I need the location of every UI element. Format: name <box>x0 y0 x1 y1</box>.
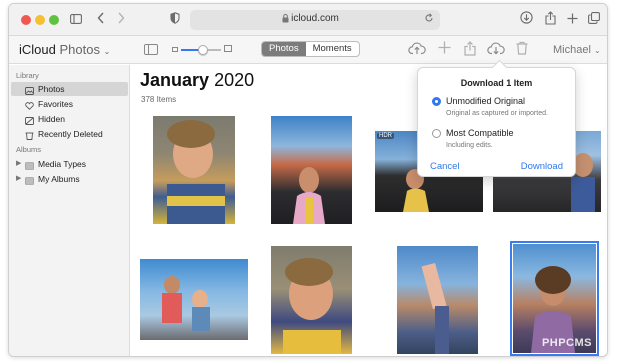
albums-heading: Albums <box>16 145 42 154</box>
download-icon[interactable] <box>519 11 533 29</box>
download-button[interactable]: Download <box>521 161 563 172</box>
hidden-icon <box>25 115 34 125</box>
browser-window: icloud.com iCloud Photos ⌄ Photos Moment… <box>8 3 608 357</box>
watermark: PHPCMS <box>541 337 592 349</box>
browser-toolbar: icloud.com <box>9 4 607 36</box>
share-icon[interactable] <box>543 11 557 29</box>
view-segmented-control: Photos Moments <box>261 41 360 57</box>
radio-unmodified-original[interactable] <box>432 97 441 106</box>
add-icon[interactable] <box>435 41 453 59</box>
close-window-button[interactable] <box>21 15 31 25</box>
sidebar-item-label: Hidden <box>38 114 65 124</box>
sidebar-item-label: Recently Deleted <box>38 129 103 139</box>
tab-moments[interactable]: Moments <box>306 42 359 56</box>
reload-icon[interactable] <box>424 13 434 26</box>
photo-thumbnail[interactable] <box>140 259 248 340</box>
heart-icon <box>25 100 34 110</box>
option-description: Original as captured or imported. <box>446 110 548 117</box>
chevron-down-icon: ⌄ <box>593 46 601 55</box>
user-menu[interactable]: Michael ⌄ <box>553 44 601 56</box>
year-label: 2020 <box>214 70 255 90</box>
download-photo-icon[interactable] <box>487 41 505 59</box>
sidebar-item-label: My Albums <box>38 174 80 184</box>
sidebar-item-photos[interactable]: Photos <box>11 82 128 96</box>
sidebar: Library Photos Favorites Hidden Recently… <box>9 65 130 356</box>
cancel-button[interactable]: Cancel <box>430 161 460 172</box>
sidebar-item-hidden[interactable]: Hidden <box>11 112 128 126</box>
address-bar[interactable]: icloud.com <box>190 10 440 30</box>
chevron-down-icon: ⌄ <box>103 47 111 56</box>
radio-most-compatible[interactable] <box>432 129 441 138</box>
url-text: icloud.com <box>291 13 339 24</box>
zoom-in-icon[interactable] <box>224 45 232 52</box>
tabs-icon[interactable] <box>587 11 601 29</box>
disclosure-triangle-icon[interactable]: ▶ <box>16 172 21 186</box>
sidebar-item-label: Media Types <box>38 159 87 169</box>
sidebar-icon[interactable] <box>69 11 83 29</box>
download-popover: Download 1 Item Unmodified Original Orig… <box>417 67 576 177</box>
app-brand: iCloud <box>19 42 56 57</box>
zoom-slider[interactable] <box>181 45 221 55</box>
sidebar-item-recently-deleted[interactable]: Recently Deleted <box>11 127 128 141</box>
photo-thumbnail[interactable] <box>271 246 352 354</box>
share-photo-icon[interactable] <box>461 41 479 59</box>
forward-icon[interactable] <box>115 11 127 29</box>
app-title[interactable]: iCloud Photos ⌄ <box>19 42 110 57</box>
new-tab-icon[interactable] <box>565 11 579 29</box>
popover-title: Download 1 Item <box>460 78 533 88</box>
upload-icon[interactable] <box>408 41 426 59</box>
photos-toolbar: iCloud Photos ⌄ Photos Moments Michael ⌄ <box>9 36 607 64</box>
folder-icon <box>25 175 34 185</box>
photo-thumbnail[interactable] <box>397 246 478 354</box>
folder-icon <box>25 160 34 170</box>
hdr-badge: HDR <box>377 133 394 139</box>
item-count: 378 Items <box>141 95 177 104</box>
trash-icon <box>25 130 34 140</box>
option-description: Including edits. <box>446 142 493 149</box>
month-label: January <box>140 70 210 90</box>
app-section: Photos <box>59 42 100 57</box>
minimize-window-button[interactable] <box>35 15 45 25</box>
user-name: Michael <box>553 44 591 56</box>
photo-thumbnail[interactable] <box>153 116 235 224</box>
sidebar-item-media-types[interactable]: ▶ Media Types <box>11 157 128 171</box>
sidebar-item-label: Favorites <box>38 99 73 109</box>
sidebar-item-label: Photos <box>38 84 65 94</box>
photos-icon <box>25 85 34 95</box>
zoom-window-button[interactable] <box>49 15 59 25</box>
shield-icon[interactable] <box>169 11 181 29</box>
photo-thumbnail-selected[interactable]: PHPCMS <box>510 241 599 356</box>
option-label[interactable]: Unmodified Original <box>446 96 525 106</box>
zoom-slider-knob[interactable] <box>198 45 208 55</box>
library-heading: Library <box>16 71 39 80</box>
page-title: January 2020 <box>140 70 254 91</box>
trash-icon[interactable] <box>513 41 531 59</box>
sidebar-toggle-icon[interactable] <box>144 44 158 55</box>
tab-photos[interactable]: Photos <box>262 42 306 56</box>
zoom-out-icon[interactable] <box>172 47 178 52</box>
disclosure-triangle-icon[interactable]: ▶ <box>16 157 21 171</box>
option-label[interactable]: Most Compatible <box>446 128 514 138</box>
photo-thumbnail[interactable] <box>271 116 352 224</box>
sidebar-item-favorites[interactable]: Favorites <box>11 97 128 111</box>
back-icon[interactable] <box>95 11 107 29</box>
sidebar-item-my-albums[interactable]: ▶ My Albums <box>11 172 128 186</box>
